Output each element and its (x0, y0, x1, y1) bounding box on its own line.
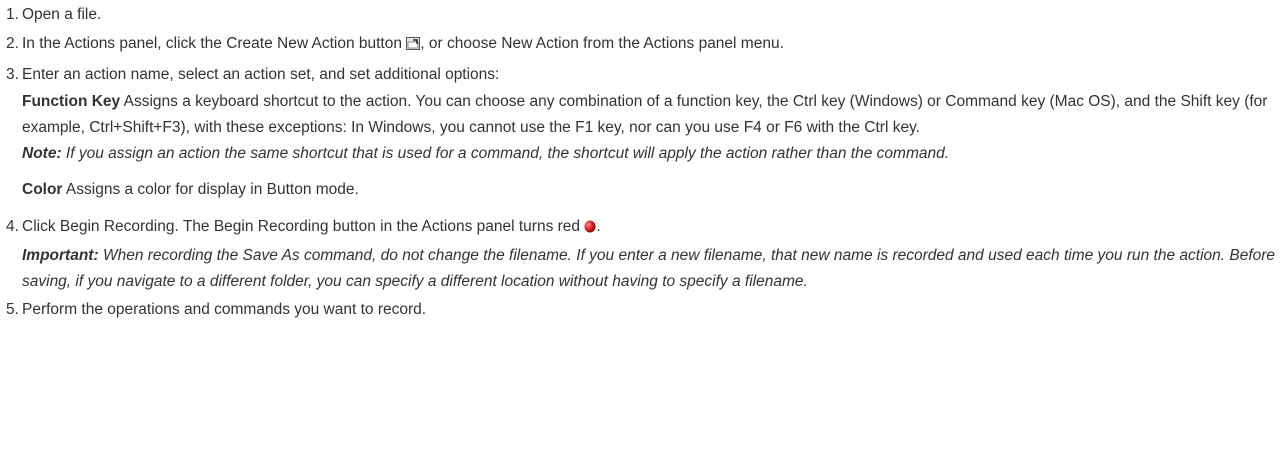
step-1: 1. Open a file. (0, 0, 1280, 29)
steps-list: 1. Open a file. 2. In the Actions panel,… (0, 0, 1280, 324)
definition-color: Color Assigns a color for display in But… (22, 175, 1280, 204)
note-label: Note: (22, 145, 62, 162)
step-2: 2. In the Actions panel, click the Creat… (0, 29, 1280, 60)
step-text-after: . (596, 218, 601, 235)
definition-term: Function Key (22, 93, 121, 110)
step-text: Enter an action name, select an action s… (22, 66, 500, 83)
step-5: 5. Perform the operations and commands y… (0, 295, 1280, 324)
step-text-line: Click Begin Recording. The Begin Recordi… (22, 212, 1280, 243)
record-dot-icon (584, 214, 596, 243)
step-3: 3. Enter an action name, select an actio… (0, 60, 1280, 212)
create-new-action-icon (406, 31, 421, 60)
step-text-after: , or choose New Action from the Actions … (420, 35, 784, 52)
step-number: 5. (6, 301, 19, 318)
definition-description: Assigns a color for display in Button mo… (62, 181, 359, 198)
step-number: 4. (6, 218, 19, 235)
step-4: 4. Click Begin Recording. The Begin Reco… (0, 212, 1280, 295)
step-text: Perform the operations and commands you … (22, 301, 427, 318)
definition-term: Color (22, 181, 63, 198)
step-number: 2. (6, 35, 19, 52)
definition-description: Assigns a keyboard shortcut to the actio… (22, 93, 1268, 136)
note: Note: If you assign an action the same s… (22, 141, 1280, 167)
step-number: 3. (6, 66, 19, 83)
important-note: Important: When recording the Save As co… (22, 243, 1280, 295)
step-text: Open a file. (22, 6, 102, 23)
definition-function-key: Function Key Assigns a keyboard shortcut… (22, 89, 1280, 141)
important-text: When recording the Save As command, do n… (22, 247, 1276, 290)
step-text: In the Actions panel, click the Create N… (22, 35, 402, 52)
step-number: 1. (6, 6, 19, 23)
important-label: Important: (22, 247, 99, 264)
note-text: If you assign an action the same shortcu… (61, 145, 950, 162)
step-text: Click Begin Recording. The Begin Recordi… (22, 218, 581, 235)
